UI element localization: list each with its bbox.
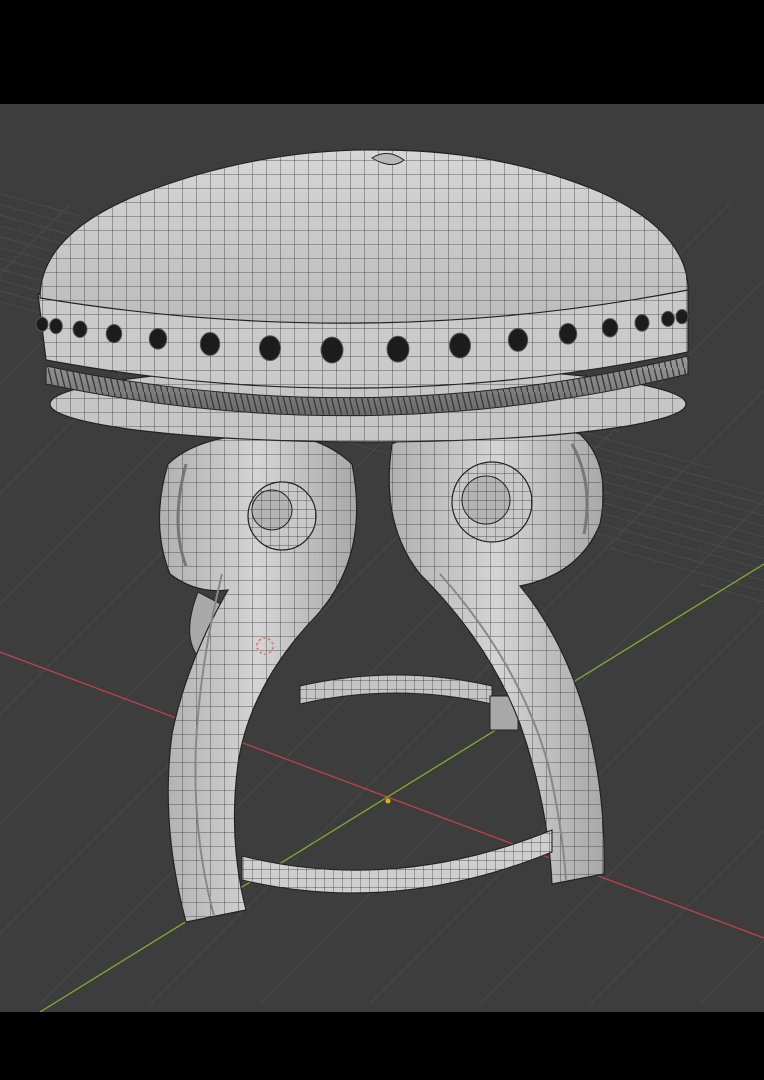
leg-front-right <box>388 424 605 885</box>
stud <box>199 332 221 356</box>
stud <box>675 309 689 325</box>
stud <box>72 320 88 338</box>
stud <box>148 328 168 350</box>
stud <box>601 318 619 338</box>
y-axis-line <box>39 563 764 1012</box>
stud <box>558 322 578 345</box>
stud <box>634 314 650 332</box>
letterbox-top <box>0 0 764 104</box>
stud <box>49 318 63 335</box>
stud <box>507 328 529 352</box>
leg-front-left <box>158 433 358 923</box>
stud <box>105 324 123 344</box>
cushion-dome <box>39 149 689 324</box>
stud <box>320 336 344 364</box>
grid-line <box>699 583 764 603</box>
stud <box>661 310 675 327</box>
grid-line <box>0 193 81 217</box>
viewport-canvas[interactable] <box>0 104 764 1012</box>
3d-viewport[interactable] <box>0 104 764 1012</box>
world-origin-point <box>385 798 391 804</box>
stud <box>449 332 471 359</box>
stretcher-ring-front <box>241 829 553 894</box>
letterbox-bottom <box>0 1012 764 1080</box>
stretcher-ring-back <box>299 674 519 731</box>
grid-line <box>609 547 764 592</box>
stud <box>258 335 282 362</box>
x-axis-line <box>0 651 764 939</box>
stud <box>35 316 49 332</box>
stud <box>386 335 410 363</box>
